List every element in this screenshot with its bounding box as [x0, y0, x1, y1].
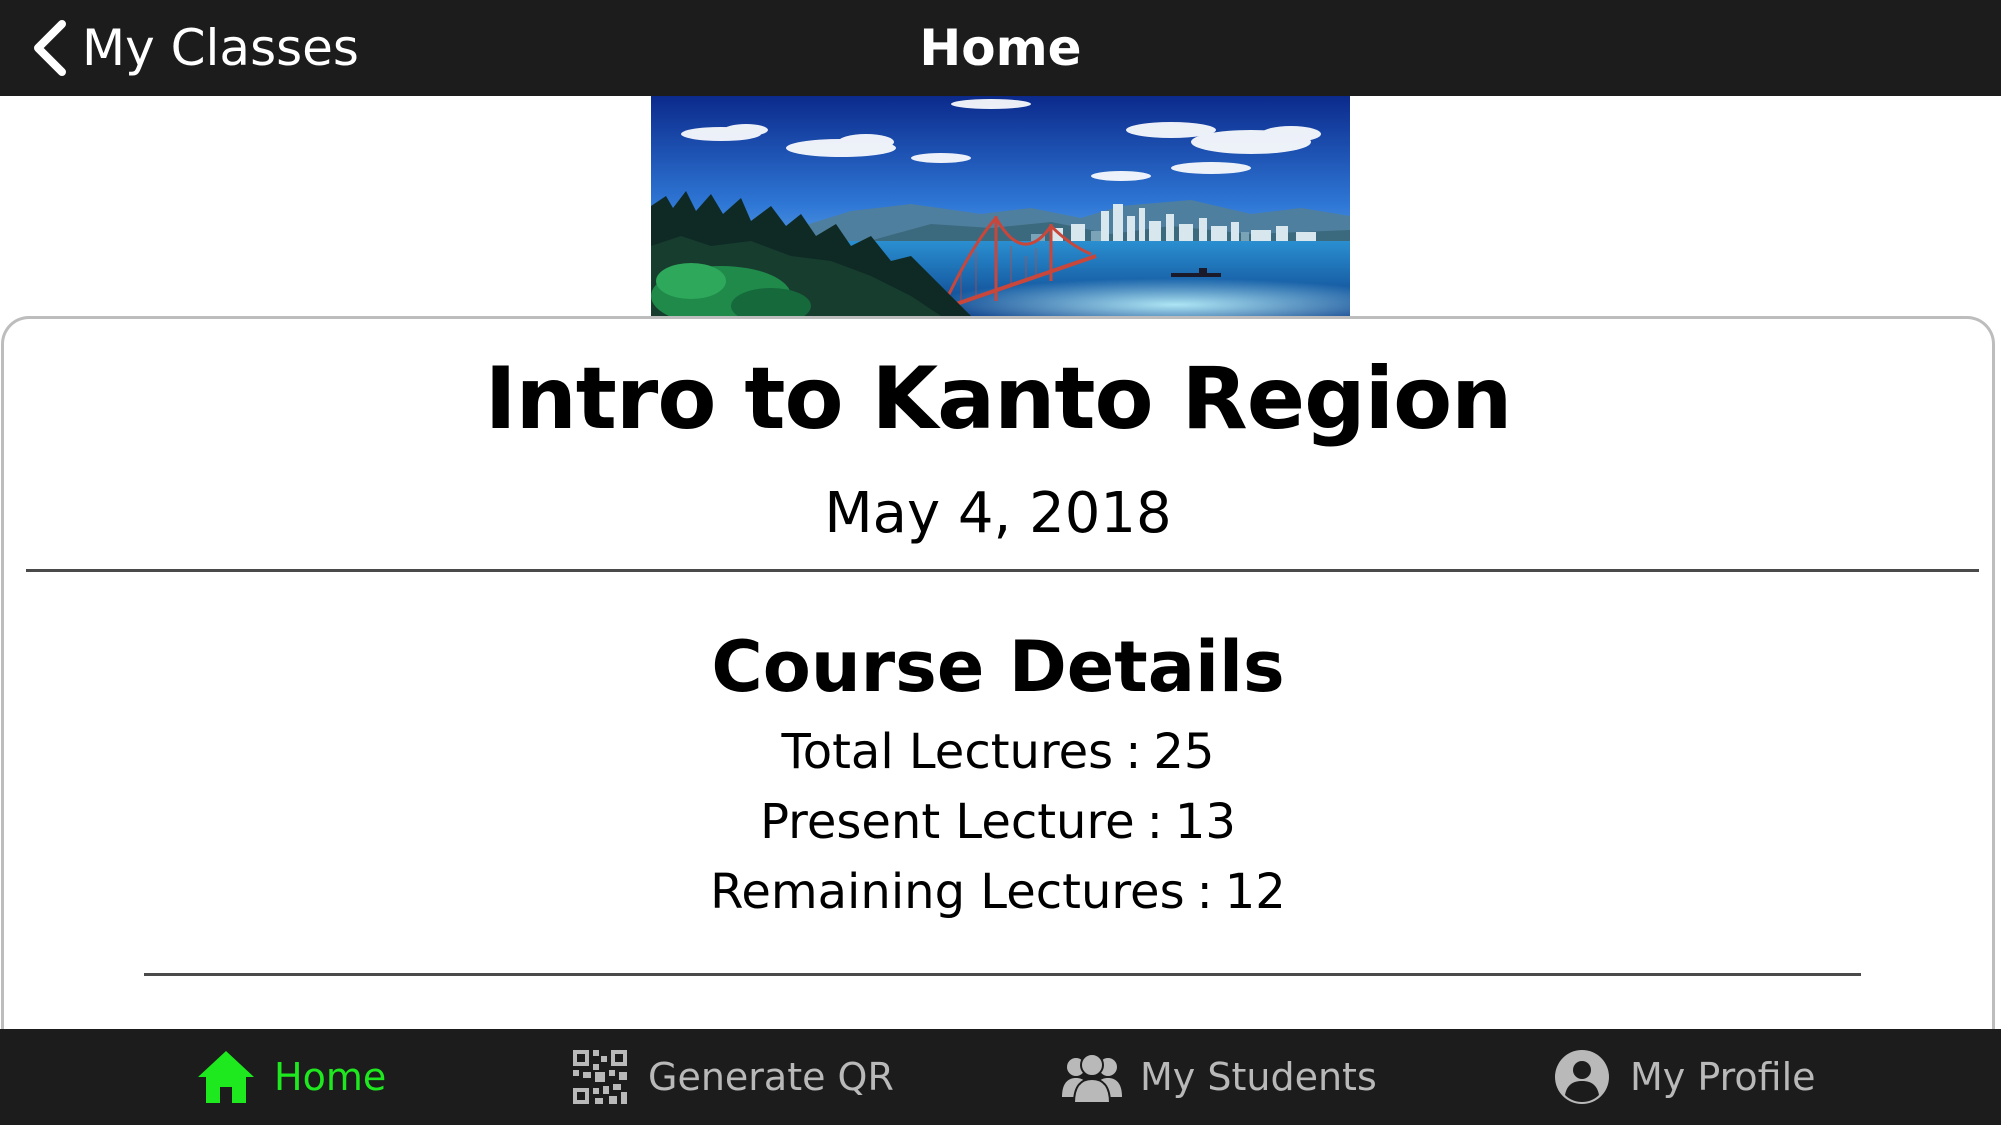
page-title: Home: [919, 19, 1082, 77]
qr-code-icon: [570, 1047, 630, 1107]
total-lectures-separator: :: [1125, 724, 1142, 780]
class-card: Intro to Kanto Region May 4, 2018 Course…: [1, 316, 1995, 1056]
students-icon: [1062, 1047, 1122, 1107]
home-icon: [196, 1047, 256, 1107]
top-navigation-bar: My Classes Home: [0, 0, 2001, 96]
class-banner-image: [651, 96, 1350, 316]
present-lecture-label: Present Lecture: [760, 794, 1135, 850]
tab-generate-qr-label: Generate QR: [648, 1055, 894, 1099]
bottom-tab-bar: Home Generate QR My Students My Profile: [0, 1029, 2001, 1125]
total-lectures-line: Total Lectures:25: [4, 721, 1992, 783]
tab-my-students[interactable]: My Students: [1062, 1029, 1377, 1125]
course-details-heading: Course Details: [711, 626, 1285, 708]
total-lectures-label: Total Lectures: [781, 724, 1114, 780]
present-lecture-line: Present Lecture:13: [4, 791, 1992, 853]
profile-icon: [1552, 1047, 1612, 1107]
remaining-lectures-separator: :: [1196, 864, 1213, 920]
remaining-lectures-value: 12: [1224, 864, 1286, 920]
tab-my-profile-label: My Profile: [1630, 1055, 1816, 1099]
total-lectures-value: 25: [1153, 724, 1215, 780]
divider: [26, 569, 1979, 572]
remaining-lectures-label: Remaining Lectures: [710, 864, 1185, 920]
class-date: May 4, 2018: [824, 481, 1172, 546]
remaining-lectures-line: Remaining Lectures:12: [4, 861, 1992, 923]
present-lecture-separator: :: [1146, 794, 1163, 850]
divider: [144, 973, 1861, 976]
tab-home[interactable]: Home: [196, 1029, 386, 1125]
present-lecture-value: 13: [1174, 794, 1236, 850]
tab-generate-qr[interactable]: Generate QR: [570, 1029, 894, 1125]
tab-home-label: Home: [274, 1055, 387, 1099]
class-title: Intro to Kanto Region: [484, 349, 1513, 449]
tab-my-students-label: My Students: [1140, 1055, 1377, 1099]
tab-my-profile[interactable]: My Profile: [1552, 1029, 1816, 1125]
